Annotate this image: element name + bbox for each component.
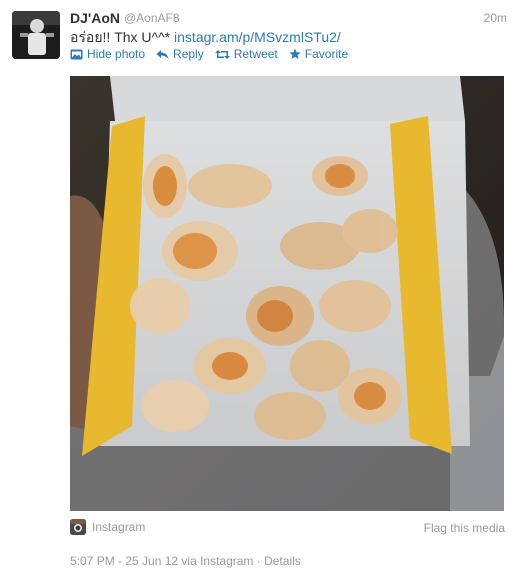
retweet-label: Retweet [233,47,278,61]
user-display-name[interactable]: DJ'AoN [70,10,120,26]
tweet-text-body: อร่อย!! Thx U^^* [70,29,175,45]
media-source-label: Instagram [92,520,146,534]
retweet-icon [214,49,230,59]
retweet-button[interactable]: Retweet [214,47,278,61]
tweet-actions: Hide photo Reply Retweet Favorite [70,47,359,61]
photo-icon [70,49,83,59]
hide-photo-button[interactable]: Hide photo [70,47,145,61]
tweet-meta[interactable]: 5:07 PM - 25 Jun 12 via Instagram · Deta… [70,554,301,568]
star-icon [289,48,301,59]
tweet-link[interactable]: instagr.am/p/MSvzmlSTu2/ [174,29,341,45]
instagram-icon [70,519,86,535]
reply-icon [156,49,169,59]
user-handle[interactable]: @AonAF8 [124,11,180,25]
favorite-label: Favorite [304,47,349,61]
tweet-timestamp[interactable]: 20m [484,11,507,25]
avatar-image [12,11,60,59]
tweet-photo[interactable] [70,76,504,511]
hide-photo-label: Hide photo [87,47,146,61]
reply-button[interactable]: Reply [156,47,204,61]
tweet-text: อร่อย!! Thx U^^* instagr.am/p/MSvzmlSTu2… [70,27,341,49]
media-attribution[interactable]: Instagram [70,519,145,535]
flag-media-link[interactable]: Flag this media [424,521,505,535]
photo-content [70,76,504,511]
reply-label: Reply [173,47,204,61]
avatar[interactable] [12,11,60,59]
favorite-button[interactable]: Favorite [289,47,348,61]
